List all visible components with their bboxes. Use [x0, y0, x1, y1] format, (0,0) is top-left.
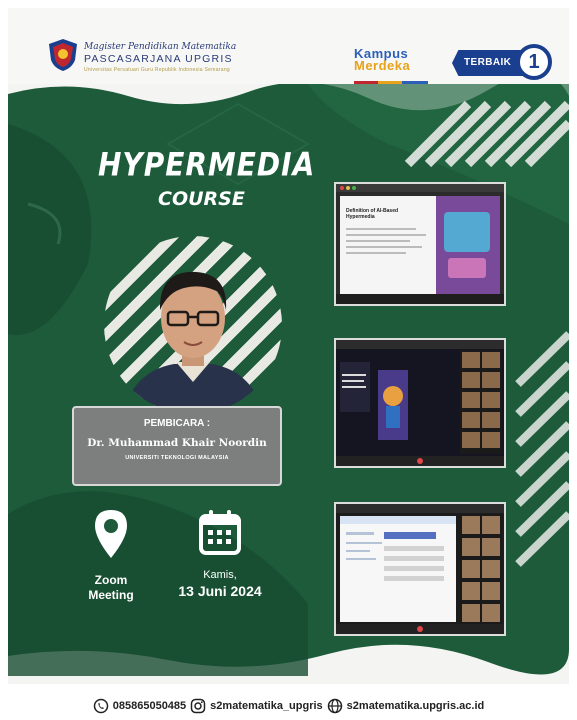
footer-website[interactable]: s2matematika.upgris.ac.id: [347, 700, 485, 712]
session-screenshot-3: [334, 502, 506, 636]
speaker-portrait-icon: [122, 271, 264, 414]
zoom-document-image: [336, 504, 504, 634]
date-info: Kamis, 13 Juni 2024: [160, 508, 280, 599]
footer-instagram[interactable]: s2matematika_upgris: [210, 700, 323, 712]
university-tagline: Universitas Persatuan Guru Republik Indo…: [84, 67, 230, 73]
event-poster: Magister Pendidikan Matematika PASCASARJ…: [8, 8, 569, 684]
speaker-label: PEMBICARA :: [143, 418, 211, 429]
venue-line1: Zoom: [94, 573, 128, 587]
speaker-info-box: PEMBICARA : Dr. Muhammad Khair Noordin U…: [72, 406, 282, 486]
speaker-university: UNIVERSITI TEKNOLOGI MALAYSIA: [125, 455, 229, 461]
kampus-merdeka-logo: Kampus Merdeka: [354, 47, 438, 85]
event-date: 13 Juni 2024: [178, 583, 262, 599]
poster-header: Magister Pendidikan Matematika PASCASARJ…: [8, 8, 569, 90]
session-screenshot-2: [334, 338, 506, 468]
program-name: Magister Pendidikan Matematika: [84, 42, 237, 52]
venue-info: Zoom Meeting: [66, 508, 156, 603]
instagram-icon: [190, 698, 206, 714]
speaker-name: Dr. Muhammad Khair Noordin: [87, 437, 267, 449]
session-screenshot-1: Definition of AI-Based Hypermedia: [334, 182, 506, 306]
venue-line2: Meeting: [88, 588, 134, 602]
speaker-photo: [104, 236, 282, 414]
poster-subtitle: COURSE: [158, 188, 245, 210]
calendar-icon: [199, 510, 241, 555]
school-name: PASCASARJANA UPGRIS: [84, 53, 233, 65]
globe-icon: [327, 698, 342, 714]
slide-heading: Definition of AI-Based Hypermedia: [346, 208, 399, 220]
university-name: Magister Pendidikan Matematika PASCASARJ…: [84, 42, 236, 73]
zoom-gallery-image: [336, 340, 504, 466]
footer-phone[interactable]: 085865050485: [113, 700, 186, 712]
contact-footer: 085865050485 s2matematika_upgris s2matem…: [0, 692, 577, 720]
whatsapp-icon: [93, 698, 108, 714]
location-pin-icon: [95, 510, 127, 558]
event-day: Kamis,: [203, 569, 237, 581]
slide-screenshot-image: [336, 184, 504, 304]
university-logo-icon: [49, 39, 77, 71]
rank-one-badge: 1: [516, 44, 552, 80]
poster-title: HYPERMEDIA: [98, 145, 316, 184]
